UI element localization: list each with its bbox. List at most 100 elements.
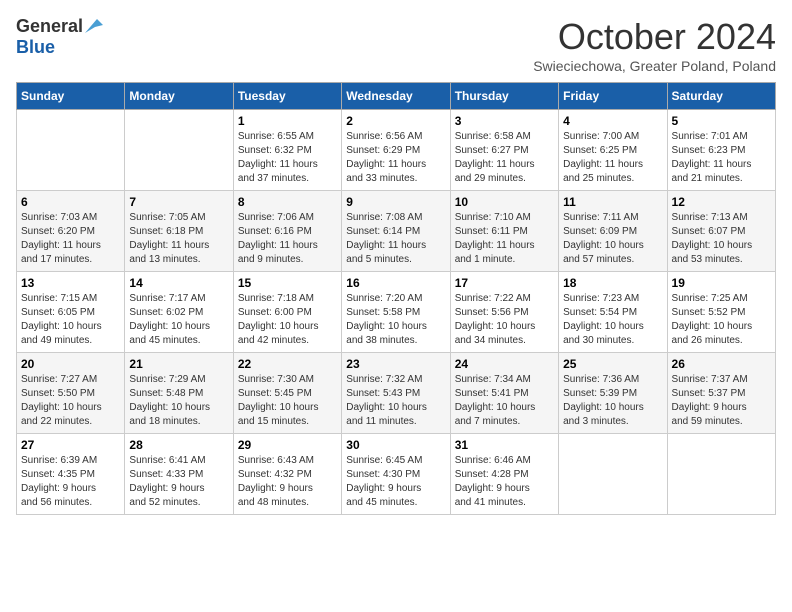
day-info: Sunrise: 7:15 AM Sunset: 6:05 PM Dayligh… (21, 292, 120, 348)
day-number: 13 (21, 276, 120, 290)
logo-general-text: General (16, 16, 83, 37)
day-number: 15 (238, 276, 337, 290)
day-number: 18 (563, 276, 662, 290)
day-number: 11 (563, 195, 662, 209)
calendar-cell: 7 Sunrise: 7:05 AM Sunset: 6:18 PM Daylig… (125, 191, 233, 272)
weekday-header-saturday: Saturday (667, 83, 775, 110)
day-number: 12 (672, 195, 771, 209)
day-info: Sunrise: 7:03 AM Sunset: 6:20 PM Dayligh… (21, 211, 120, 267)
day-info: Sunrise: 7:30 AM Sunset: 5:45 PM Dayligh… (238, 373, 337, 429)
day-info: Sunrise: 6:41 AM Sunset: 4:33 PM Dayligh… (129, 454, 228, 510)
calendar-cell: 30Sunrise: 6:45 AM Sunset: 4:30 PM Dayli… (342, 434, 450, 515)
day-number: 4 (563, 114, 662, 128)
day-info: Sunrise: 7:32 AM Sunset: 5:43 PM Dayligh… (346, 373, 445, 429)
calendar-cell: 22 Sunrise: 7:30 AM Sunset: 5:45 PM Dayli… (233, 353, 341, 434)
calendar-cell: 17 Sunrise: 7:22 AM Sunset: 5:56 PM Dayli… (450, 272, 558, 353)
day-number: 29 (238, 438, 337, 452)
day-number: 2 (346, 114, 445, 128)
day-info: Sunrise: 7:36 AM Sunset: 5:39 PM Dayligh… (563, 373, 662, 429)
day-info: Sunrise: 7:22 AM Sunset: 5:56 PM Dayligh… (455, 292, 554, 348)
calendar-cell: 19Sunrise: 7:25 AM Sunset: 5:52 PM Dayli… (667, 272, 775, 353)
day-number: 25 (563, 357, 662, 371)
day-info: Sunrise: 6:39 AM Sunset: 4:35 PM Dayligh… (21, 454, 120, 510)
calendar-cell: 28Sunrise: 6:41 AM Sunset: 4:33 PM Dayli… (125, 434, 233, 515)
calendar-cell: 23 Sunrise: 7:32 AM Sunset: 5:43 PM Dayli… (342, 353, 450, 434)
calendar-cell: 16Sunrise: 7:20 AM Sunset: 5:58 PM Dayli… (342, 272, 450, 353)
weekday-header-wednesday: Wednesday (342, 83, 450, 110)
calendar-cell: 20Sunrise: 7:27 AM Sunset: 5:50 PM Dayli… (17, 353, 125, 434)
weekday-header-thursday: Thursday (450, 83, 558, 110)
calendar-cell (667, 434, 775, 515)
day-number: 5 (672, 114, 771, 128)
weekday-header-tuesday: Tuesday (233, 83, 341, 110)
calendar-cell: 24 Sunrise: 7:34 AM Sunset: 5:41 PM Dayli… (450, 353, 558, 434)
calendar-week-row: 27 Sunrise: 6:39 AM Sunset: 4:35 PM Dayli… (17, 434, 776, 515)
day-number: 9 (346, 195, 445, 209)
calendar-week-row: 1 Sunrise: 6:55 AM Sunset: 6:32 PM Daylig… (17, 110, 776, 191)
calendar-cell: 6 Sunrise: 7:03 AM Sunset: 6:20 PM Daylig… (17, 191, 125, 272)
calendar-cell: 10 Sunrise: 7:10 AM Sunset: 6:11 PM Dayli… (450, 191, 558, 272)
day-info: Sunrise: 7:23 AM Sunset: 5:54 PM Dayligh… (563, 292, 662, 348)
day-info: Sunrise: 7:29 AM Sunset: 5:48 PM Dayligh… (129, 373, 228, 429)
title-block: October 2024 Swieciechowa, Greater Polan… (533, 16, 776, 74)
calendar-cell: 3Sunrise: 6:58 AM Sunset: 6:27 PM Daylig… (450, 110, 558, 191)
calendar-cell: 1 Sunrise: 6:55 AM Sunset: 6:32 PM Daylig… (233, 110, 341, 191)
day-number: 14 (129, 276, 228, 290)
weekday-header-friday: Friday (559, 83, 667, 110)
day-info: Sunrise: 7:18 AM Sunset: 6:00 PM Dayligh… (238, 292, 337, 348)
calendar-cell: 9 Sunrise: 7:08 AM Sunset: 6:14 PM Daylig… (342, 191, 450, 272)
day-number: 7 (129, 195, 228, 209)
day-info: Sunrise: 7:34 AM Sunset: 5:41 PM Dayligh… (455, 373, 554, 429)
calendar-cell (559, 434, 667, 515)
day-number: 10 (455, 195, 554, 209)
calendar-cell: 29 Sunrise: 6:43 AM Sunset: 4:32 PM Dayli… (233, 434, 341, 515)
day-info: Sunrise: 7:11 AM Sunset: 6:09 PM Dayligh… (563, 211, 662, 267)
calendar-cell: 14 Sunrise: 7:17 AM Sunset: 6:02 PM Dayli… (125, 272, 233, 353)
day-number: 23 (346, 357, 445, 371)
logo: General Blue (16, 16, 103, 58)
calendar-cell: 4 Sunrise: 7:00 AM Sunset: 6:25 PM Daylig… (559, 110, 667, 191)
day-info: Sunrise: 7:17 AM Sunset: 6:02 PM Dayligh… (129, 292, 228, 348)
day-number: 31 (455, 438, 554, 452)
page-header: General Blue October 2024 Swieciechowa, … (16, 16, 776, 74)
day-number: 1 (238, 114, 337, 128)
day-info: Sunrise: 6:43 AM Sunset: 4:32 PM Dayligh… (238, 454, 337, 510)
calendar-table: SundayMondayTuesdayWednesdayThursdayFrid… (16, 82, 776, 515)
day-info: Sunrise: 6:45 AM Sunset: 4:30 PM Dayligh… (346, 454, 445, 510)
day-number: 16 (346, 276, 445, 290)
day-info: Sunrise: 7:08 AM Sunset: 6:14 PM Dayligh… (346, 211, 445, 267)
day-info: Sunrise: 7:27 AM Sunset: 5:50 PM Dayligh… (21, 373, 120, 429)
location-subtitle: Swieciechowa, Greater Poland, Poland (533, 58, 776, 74)
day-info: Sunrise: 6:46 AM Sunset: 4:28 PM Dayligh… (455, 454, 554, 510)
calendar-week-row: 13 Sunrise: 7:15 AM Sunset: 6:05 PM Dayli… (17, 272, 776, 353)
day-number: 19 (672, 276, 771, 290)
day-number: 27 (21, 438, 120, 452)
day-number: 17 (455, 276, 554, 290)
calendar-cell: 26 Sunrise: 7:37 AM Sunset: 5:37 PM Dayli… (667, 353, 775, 434)
day-number: 24 (455, 357, 554, 371)
calendar-cell: 25 Sunrise: 7:36 AM Sunset: 5:39 PM Dayli… (559, 353, 667, 434)
day-info: Sunrise: 7:37 AM Sunset: 5:37 PM Dayligh… (672, 373, 771, 429)
day-number: 22 (238, 357, 337, 371)
calendar-cell: 15 Sunrise: 7:18 AM Sunset: 6:00 PM Dayli… (233, 272, 341, 353)
calendar-week-row: 6 Sunrise: 7:03 AM Sunset: 6:20 PM Daylig… (17, 191, 776, 272)
calendar-cell: 12 Sunrise: 7:13 AM Sunset: 6:07 PM Dayli… (667, 191, 775, 272)
day-number: 6 (21, 195, 120, 209)
day-info: Sunrise: 6:56 AM Sunset: 6:29 PM Dayligh… (346, 130, 445, 186)
day-info: Sunrise: 7:10 AM Sunset: 6:11 PM Dayligh… (455, 211, 554, 267)
calendar-cell: 11 Sunrise: 7:11 AM Sunset: 6:09 PM Dayli… (559, 191, 667, 272)
calendar-cell: 5Sunrise: 7:01 AM Sunset: 6:23 PM Daylig… (667, 110, 775, 191)
day-number: 8 (238, 195, 337, 209)
day-info: Sunrise: 7:13 AM Sunset: 6:07 PM Dayligh… (672, 211, 771, 267)
logo-blue-text: Blue (16, 37, 55, 57)
logo-bird-icon (85, 19, 103, 35)
day-info: Sunrise: 6:55 AM Sunset: 6:32 PM Dayligh… (238, 130, 337, 186)
day-info: Sunrise: 7:05 AM Sunset: 6:18 PM Dayligh… (129, 211, 228, 267)
day-number: 26 (672, 357, 771, 371)
day-number: 21 (129, 357, 228, 371)
weekday-header-row: SundayMondayTuesdayWednesdayThursdayFrid… (17, 83, 776, 110)
calendar-week-row: 20Sunrise: 7:27 AM Sunset: 5:50 PM Dayli… (17, 353, 776, 434)
calendar-cell: 2 Sunrise: 6:56 AM Sunset: 6:29 PM Daylig… (342, 110, 450, 191)
calendar-cell (17, 110, 125, 191)
day-info: Sunrise: 7:00 AM Sunset: 6:25 PM Dayligh… (563, 130, 662, 186)
